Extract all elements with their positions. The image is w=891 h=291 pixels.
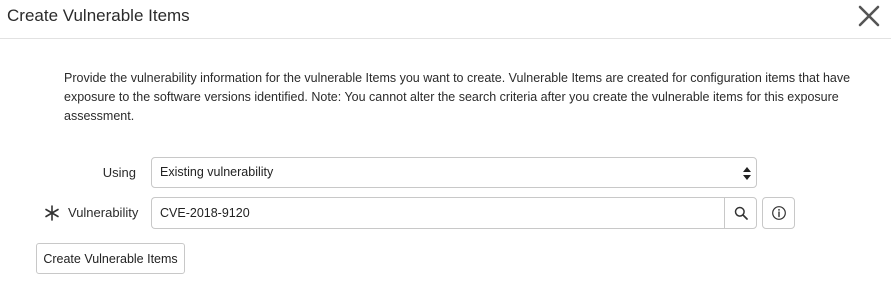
info-text: Provide the vulnerability information fo… <box>64 71 851 123</box>
dialog-title: Create Vulnerable Items <box>7 6 190 25</box>
asterisk-icon <box>45 205 59 221</box>
using-select[interactable]: Existing vulnerability <box>151 157 757 188</box>
info-icon <box>771 206 786 220</box>
close-icon <box>858 5 880 27</box>
vulnerability-lookup-button[interactable] <box>724 197 757 229</box>
vulnerability-label: Vulnerability <box>68 205 139 220</box>
using-label: Using <box>102 165 136 180</box>
vulnerability-info-button[interactable] <box>762 197 795 229</box>
close-button[interactable] <box>857 4 881 28</box>
select-arrows-icon <box>743 167 751 180</box>
vulnerability-input[interactable]: CVE-2018-9120 <box>151 197 725 229</box>
vulnerability-value: CVE-2018-9120 <box>160 206 250 220</box>
search-icon <box>734 206 748 220</box>
create-vulnerable-items-dialog: Create Vulnerable Items Provide the vuln… <box>0 0 891 291</box>
dialog-header: Create Vulnerable Items <box>0 0 891 39</box>
using-select-value: Existing vulnerability <box>160 165 274 179</box>
create-vulnerable-items-button[interactable]: Create Vulnerable Items <box>36 243 185 274</box>
